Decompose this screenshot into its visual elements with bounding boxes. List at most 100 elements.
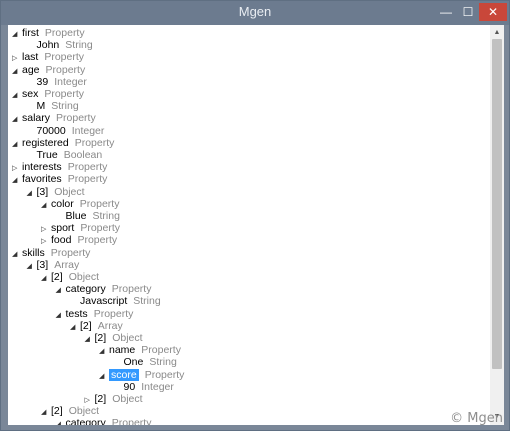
vertical-scrollbar[interactable]: ▲ ▼ xyxy=(490,25,504,425)
node-name: sport xyxy=(51,222,75,235)
node-type: String xyxy=(65,39,93,52)
node-name: [2] xyxy=(94,332,107,344)
tree-row[interactable]: ◢ skills Property xyxy=(12,247,90,259)
tree-row[interactable]: John String xyxy=(27,39,93,51)
expanded-triangle-icon[interactable]: ◢ xyxy=(27,188,37,200)
tree-row[interactable]: ▷ last Property xyxy=(12,51,84,63)
window-title: Mgen xyxy=(238,4,272,19)
node-name: John xyxy=(36,39,60,52)
tree-row[interactable]: ◢ [2] Object xyxy=(85,332,143,344)
tree-row[interactable]: ◢ first Property xyxy=(12,27,85,39)
expanded-triangle-icon[interactable]: ◢ xyxy=(12,114,22,126)
tree-row[interactable]: ◢ salary Property xyxy=(12,112,96,124)
expanded-triangle-icon[interactable]: ◢ xyxy=(41,273,51,285)
tree-row[interactable]: ◢ category Property xyxy=(56,283,152,295)
node-type: Property xyxy=(74,136,115,149)
node-name: 70000 xyxy=(36,124,66,137)
node-type: Object xyxy=(54,185,85,198)
tree-row[interactable]: ▷ food Property xyxy=(41,234,117,246)
tree-row[interactable]: M String xyxy=(27,100,79,112)
tree-row[interactable]: Javascript String xyxy=(70,295,161,307)
node-type: Property xyxy=(141,344,181,357)
tree-row[interactable]: True Boolean xyxy=(27,149,103,161)
expanded-triangle-icon[interactable]: ◢ xyxy=(12,175,22,187)
node-name: interests xyxy=(22,161,62,174)
node-type: String xyxy=(92,210,120,222)
scrollbar-thumb[interactable] xyxy=(492,39,502,369)
node-name: 39 xyxy=(36,75,49,88)
tree-row[interactable]: One String xyxy=(114,356,177,368)
node-type: Property xyxy=(93,307,134,320)
node-type: Array xyxy=(97,319,123,332)
expanded-triangle-icon[interactable]: ◢ xyxy=(12,29,22,41)
expanded-triangle-icon[interactable]: ◢ xyxy=(56,310,66,322)
node-type: Integer xyxy=(71,124,105,137)
expanded-triangle-icon[interactable]: ◢ xyxy=(12,90,22,102)
tree-row[interactable]: ▷ interests Property xyxy=(12,161,107,173)
tree-row[interactable]: ◢ age Property xyxy=(12,64,85,76)
tree-row[interactable]: ◢ [3] Object xyxy=(27,186,85,198)
node-type: Property xyxy=(67,173,108,186)
expanded-triangle-icon[interactable]: ◢ xyxy=(41,200,51,212)
node-type: String xyxy=(133,295,161,308)
tree-row[interactable]: ◢ [2] Object xyxy=(41,405,99,417)
maximize-button[interactable]: ☐ xyxy=(457,3,479,21)
tree-row[interactable]: ◢ [2] Object xyxy=(41,271,99,283)
node-name: 90 xyxy=(123,380,136,393)
expanded-triangle-icon[interactable]: ◢ xyxy=(99,371,109,383)
minimize-button[interactable]: — xyxy=(435,3,457,21)
node-type: Property xyxy=(45,63,86,76)
node-type: Object xyxy=(68,405,100,418)
tree-row[interactable]: ▷ sport Property xyxy=(41,222,120,234)
tree-row[interactable]: ▷ [2] Object xyxy=(85,393,143,405)
node-type: Property xyxy=(44,27,85,39)
tree-row[interactable]: ◢ tests Property xyxy=(56,308,134,320)
node-name: sex xyxy=(22,88,39,100)
tree-row[interactable]: ◢ category Property xyxy=(56,417,152,425)
node-type: Property xyxy=(44,88,85,100)
tree-row[interactable]: ◢ [3] Array xyxy=(27,259,80,271)
tree-row[interactable]: ◢ [2] Array xyxy=(70,320,123,332)
expanded-triangle-icon[interactable]: ◢ xyxy=(56,419,66,425)
tree-row[interactable]: ◢ color Property xyxy=(41,198,119,210)
expanded-triangle-icon[interactable]: ◢ xyxy=(99,346,109,358)
tree-row[interactable]: ◢ registered Property xyxy=(12,137,114,149)
expanded-triangle-icon[interactable]: ◢ xyxy=(56,285,66,297)
tree-row[interactable]: ◢ favorites Property xyxy=(12,173,107,185)
tree-row[interactable]: ◢ sex Property xyxy=(12,88,84,100)
expanded-triangle-icon[interactable]: ◢ xyxy=(70,322,80,334)
node-name: salary xyxy=(22,112,51,125)
tree-row[interactable]: Blue String xyxy=(56,210,120,222)
client-area: ◢ first Property John String ▷ last Property ◢ ag… xyxy=(8,25,504,425)
node-type: Array xyxy=(54,258,80,271)
json-tree-view[interactable]: ◢ first Property John String ▷ last Property ◢ ag… xyxy=(8,25,490,425)
node-name: score xyxy=(109,368,139,381)
tree-row[interactable]: ◢ name Property xyxy=(99,344,181,356)
node-name: True xyxy=(36,149,58,161)
expanded-triangle-icon[interactable]: ◢ xyxy=(12,66,22,78)
node-type: Property xyxy=(77,234,118,247)
node-name: favorites xyxy=(22,173,62,186)
scroll-up-arrow-icon[interactable]: ▲ xyxy=(490,27,504,39)
title-bar[interactable]: Mgen — ☐ ✕ xyxy=(1,1,509,25)
node-type: Property xyxy=(80,222,121,235)
node-name: food xyxy=(51,234,72,247)
close-button[interactable]: ✕ xyxy=(479,3,507,21)
node-type: Integer xyxy=(54,75,87,88)
app-window: Mgen — ☐ ✕ ◢ first Property John String ▷ last… xyxy=(0,0,510,431)
expanded-triangle-icon[interactable]: ◢ xyxy=(12,139,22,151)
node-name: first xyxy=(22,27,39,39)
node-name: [2] xyxy=(51,405,63,418)
expanded-triangle-icon[interactable]: ◢ xyxy=(41,407,51,419)
tree-row[interactable]: 90 Integer xyxy=(114,381,174,393)
node-name: Blue xyxy=(65,210,87,222)
tree-row[interactable]: ◢ score Property xyxy=(99,368,184,383)
tree-row[interactable]: 39 Integer xyxy=(27,76,87,88)
tree-row[interactable]: 70000 Integer xyxy=(27,125,105,137)
expanded-triangle-icon[interactable]: ◢ xyxy=(12,249,22,261)
expanded-triangle-icon[interactable]: ◢ xyxy=(27,261,37,273)
expanded-triangle-icon[interactable]: ◢ xyxy=(85,334,95,346)
node-type: Object xyxy=(112,332,143,344)
node-name: [3] xyxy=(36,185,49,198)
node-type: String xyxy=(149,356,177,369)
